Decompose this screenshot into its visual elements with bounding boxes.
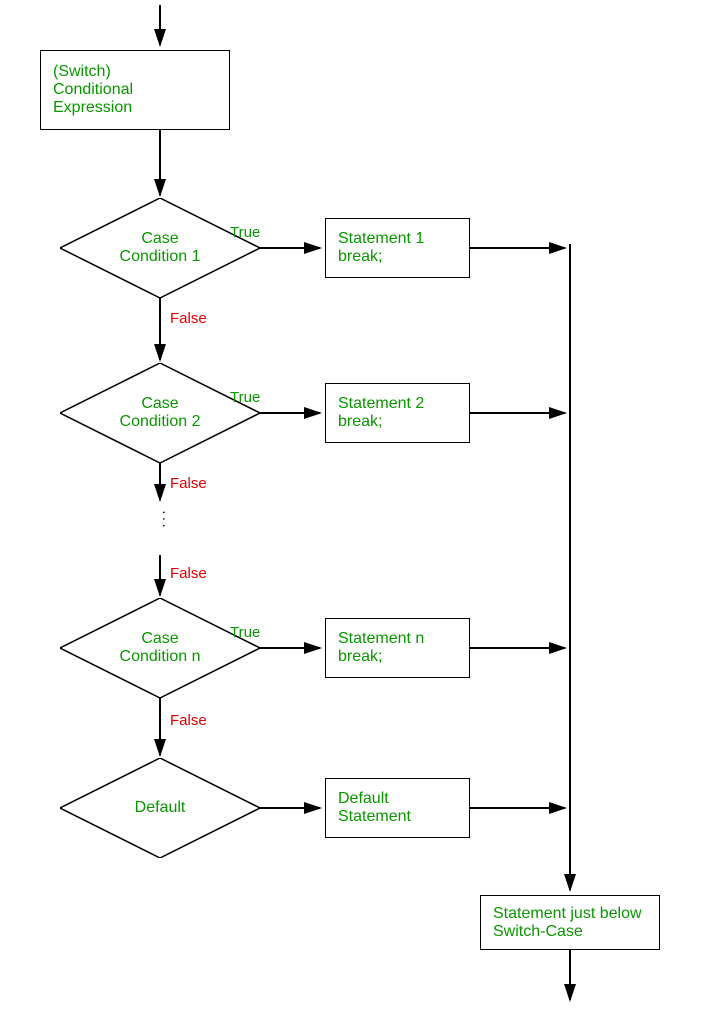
diamond-case-1: Case Condition 1 xyxy=(60,198,260,298)
diamond-case-2: Case Condition 2 xyxy=(60,363,260,463)
true-label-2: True xyxy=(230,389,260,406)
start-box: (Switch) Conditional Expression xyxy=(40,50,230,130)
start-line2: Conditional xyxy=(53,81,217,99)
ellipsis: ··· xyxy=(157,510,173,530)
stmt-box-2: Statement 2 break; xyxy=(325,383,470,443)
false-label-1: False xyxy=(170,310,207,327)
flow-arrows xyxy=(0,0,710,1016)
case-n-line2: Condition n xyxy=(120,648,201,666)
stmt-2-line2: break; xyxy=(338,413,457,431)
stmt-1-line1: Statement 1 xyxy=(338,230,457,248)
stmt-box-default: Default Statement xyxy=(325,778,470,838)
case-2-line1: Case xyxy=(141,395,178,413)
stmt-n-line2: break; xyxy=(338,648,457,666)
default-stmt-line2: Statement xyxy=(338,808,457,826)
stmt-n-line1: Statement n xyxy=(338,630,457,648)
diamond-default: Default xyxy=(60,758,260,858)
true-label-n: True xyxy=(230,624,260,641)
true-label-1: True xyxy=(230,224,260,241)
stmt-1-line2: break; xyxy=(338,248,457,266)
diamond-case-n: Case Condition n xyxy=(60,598,260,698)
stmt-2-line1: Statement 2 xyxy=(338,395,457,413)
false-label-2: False xyxy=(170,475,207,492)
case-1-line2: Condition 1 xyxy=(120,248,201,266)
stmt-box-n: Statement n break; xyxy=(325,618,470,678)
default-stmt-line1: Default xyxy=(338,790,457,808)
start-line3: Expression xyxy=(53,99,217,117)
case-n-line1: Case xyxy=(141,630,178,648)
stmt-box-1: Statement 1 break; xyxy=(325,218,470,278)
case-1-line1: Case xyxy=(141,230,178,248)
false-label-dots: False xyxy=(170,565,207,582)
end-box: Statement just below Switch-Case xyxy=(480,895,660,950)
default-label: Default xyxy=(135,799,186,817)
start-line1: (Switch) xyxy=(53,63,217,81)
false-label-n: False xyxy=(170,712,207,729)
case-2-line2: Condition 2 xyxy=(120,413,201,431)
